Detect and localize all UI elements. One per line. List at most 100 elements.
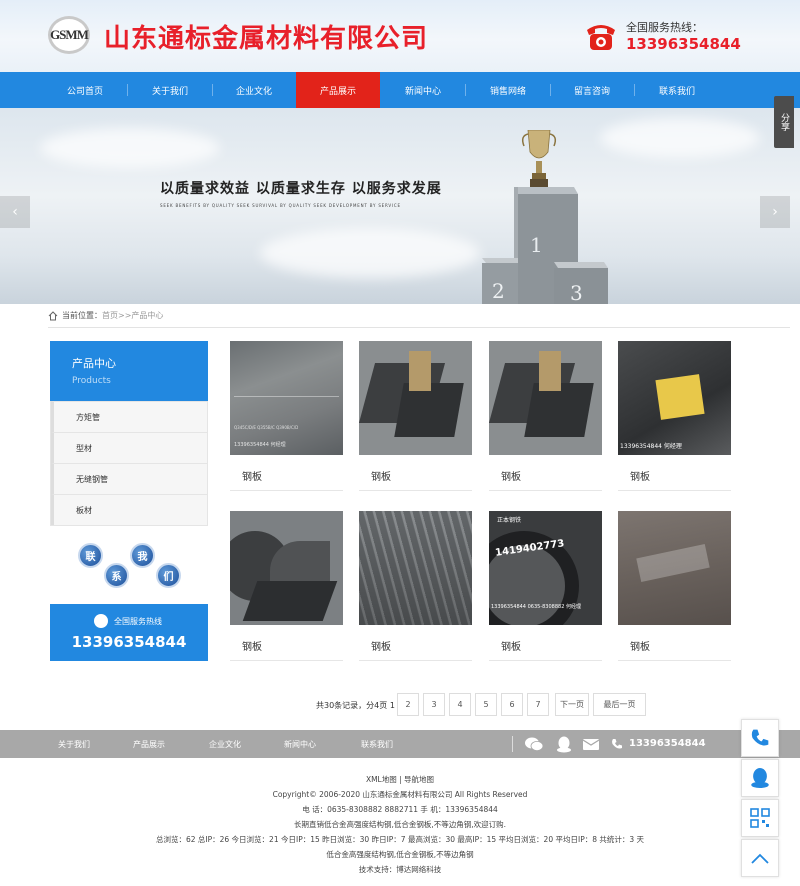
card-divider xyxy=(359,660,472,661)
product-title[interactable]: 钢板 xyxy=(630,468,650,483)
podium-number-3: 3 xyxy=(570,281,583,304)
breadcrumb-separator: >> xyxy=(118,311,132,320)
product-image[interactable]: 13396354844 何经理 xyxy=(618,341,731,455)
nav-item-products[interactable]: 产品展示 xyxy=(296,72,380,108)
banner-slogan: 以质量求效益 以质量求生存 以服务求发展 xyxy=(160,181,442,197)
sidebar-item-square-tube[interactable]: 方矩管 xyxy=(51,401,207,432)
pagination-current: 1 xyxy=(389,701,395,710)
float-phone-button[interactable] xyxy=(741,719,779,757)
product-title[interactable]: 钢板 xyxy=(501,638,521,653)
product-title[interactable]: 钢板 xyxy=(242,468,262,483)
product-image-note: 13396354844 何经理 xyxy=(620,443,682,450)
sidebar-header: 产品中心 Products xyxy=(50,341,208,401)
card-divider xyxy=(618,490,731,491)
product-card[interactable]: Q345C/D/E Q355B/C Q390B/C/D 13396354844 … xyxy=(230,341,343,492)
phone-icon xyxy=(751,729,769,746)
product-card[interactable]: 钢板 xyxy=(489,341,602,492)
footer-link-about[interactable]: 关于我们 xyxy=(58,730,90,758)
product-card[interactable]: 钢板 xyxy=(618,511,731,662)
qq-icon xyxy=(751,768,769,788)
qq-icon[interactable] xyxy=(556,736,572,753)
share-tab[interactable]: 分享 xyxy=(774,96,794,148)
sidebar-item-seamless-pipe[interactable]: 无缝钢管 xyxy=(51,463,207,494)
product-image[interactable]: Q345C/D/E Q355B/C Q390B/C/D 13396354844 … xyxy=(230,341,343,455)
footer-sitemap-links[interactable]: XML地图 | 导航地图 xyxy=(0,772,800,787)
banner-next-arrow[interactable]: › xyxy=(760,196,790,228)
product-card[interactable]: 钢板 xyxy=(230,511,343,662)
nav-item-sales[interactable]: 销售网络 xyxy=(466,72,550,108)
page-button[interactable]: 3 xyxy=(423,693,445,716)
product-image[interactable] xyxy=(359,511,472,625)
footer-link-news[interactable]: 新闻中心 xyxy=(284,730,316,758)
product-card[interactable]: 正本钢铁 1419402773 13396354844 0635-8308882… xyxy=(489,511,602,662)
product-image-stencil: Q345C/D/E Q355B/C Q390B/C/D xyxy=(234,425,299,430)
contact-badge: 联 xyxy=(78,543,103,568)
next-page-button[interactable]: 下一页 xyxy=(555,693,589,716)
page-button[interactable]: 6 xyxy=(501,693,523,716)
footer-divider xyxy=(512,736,513,752)
product-image-contact: 13396354844 0635-8308882 何经理 xyxy=(491,604,581,610)
sidebar-item-profile[interactable]: 型材 xyxy=(51,432,207,463)
product-title[interactable]: 钢板 xyxy=(371,468,391,483)
hotline-number: 13396354844 xyxy=(626,35,741,53)
telephone-icon xyxy=(587,25,615,50)
pagination-info: 共30条记录，分4页 1 xyxy=(316,700,395,711)
nav-item-culture[interactable]: 企业文化 xyxy=(212,72,296,108)
product-image-stamp: 13396354844 何经理 xyxy=(234,442,286,448)
qrcode-icon xyxy=(750,808,770,828)
product-title[interactable]: 钢板 xyxy=(371,638,391,653)
company-logo[interactable]: GSMM xyxy=(48,16,90,54)
footer-link-contact[interactable]: 联系我们 xyxy=(361,730,393,758)
main-nav: 公司首页 关于我们 企业文化 产品展示 新闻中心 销售网络 留言咨询 联系我们 xyxy=(0,72,800,108)
product-image[interactable] xyxy=(489,341,602,455)
product-title[interactable]: 钢板 xyxy=(242,638,262,653)
card-divider xyxy=(489,660,602,661)
wechat-icon[interactable] xyxy=(524,737,544,752)
banner-prev-arrow[interactable]: ‹ xyxy=(0,196,30,228)
nav-item-home[interactable]: 公司首页 xyxy=(43,72,127,108)
footer-phone-number: 13396354844 xyxy=(629,738,706,749)
product-title[interactable]: 钢板 xyxy=(501,468,521,483)
email-icon[interactable] xyxy=(583,739,599,750)
footer-nav: 关于我们 产品展示 企业文化 新闻中心 联系我们 13396354844 xyxy=(0,730,800,758)
footer-description: 长期直销低合金高强度结构钢,低合金钢板,不等边角钢,欢迎订购. xyxy=(293,820,507,829)
product-image[interactable]: 正本钢铁 1419402773 13396354844 0635-8308882… xyxy=(489,511,602,625)
nav-item-message[interactable]: 留言咨询 xyxy=(550,72,634,108)
breadcrumb-current[interactable]: 产品中心 xyxy=(131,310,163,321)
footer-stats: 总浏览：62 总IP：26 今日浏览：21 今日IP：15 昨日浏览：30 昨日… xyxy=(155,835,645,844)
sidebar-subtitle: Products xyxy=(72,376,111,386)
page-button[interactable]: 4 xyxy=(449,693,471,716)
footer-keywords: 低合金高强度结构钢,低合金钢板,不等边角钢 xyxy=(326,850,474,859)
product-image[interactable] xyxy=(230,511,343,625)
company-name: 山东通标金属材料有限公司 xyxy=(104,24,429,54)
product-card[interactable]: 钢板 xyxy=(359,341,472,492)
logo-text: GSMM xyxy=(50,27,89,42)
product-image[interactable] xyxy=(359,341,472,455)
float-qrcode-button[interactable] xyxy=(741,799,779,837)
nav-item-about[interactable]: 关于我们 xyxy=(128,72,212,108)
breadcrumb-home-link[interactable]: 首页 xyxy=(102,310,118,321)
card-divider xyxy=(230,490,343,491)
page-button[interactable]: 7 xyxy=(527,693,549,716)
sidebar-hotline-number: 13396354844 xyxy=(71,633,187,651)
product-card[interactable]: 13396354844 何经理 钢板 xyxy=(618,341,731,492)
breadcrumb: 当前位置： 首页 >> 产品中心 xyxy=(48,304,790,328)
sidebar-hotline-label: 全国服务热线 xyxy=(114,617,162,626)
page-button[interactable]: 2 xyxy=(397,693,419,716)
contact-us-badges: 联 系 我 们 xyxy=(70,537,190,597)
last-page-button[interactable]: 最后一页 xyxy=(593,693,646,716)
podium-trophy-illustration: 1 2 3 xyxy=(482,130,608,304)
nav-item-contact[interactable]: 联系我们 xyxy=(635,72,719,108)
product-title[interactable]: 钢板 xyxy=(630,638,650,653)
sidebar-item-plate[interactable]: 板材 xyxy=(51,494,207,525)
back-to-top-button[interactable] xyxy=(741,839,779,877)
page-button[interactable]: 5 xyxy=(475,693,497,716)
product-card[interactable]: 钢板 xyxy=(359,511,472,662)
card-divider xyxy=(618,660,731,661)
footer-link-culture[interactable]: 企业文化 xyxy=(209,730,241,758)
footer-copyright: Copyright© 2006-2020 山东通标金属材料有限公司 All Ri… xyxy=(272,790,528,799)
nav-item-news[interactable]: 新闻中心 xyxy=(381,72,465,108)
product-image[interactable] xyxy=(618,511,731,625)
float-qq-button[interactable] xyxy=(741,759,779,797)
footer-link-products[interactable]: 产品展示 xyxy=(133,730,165,758)
